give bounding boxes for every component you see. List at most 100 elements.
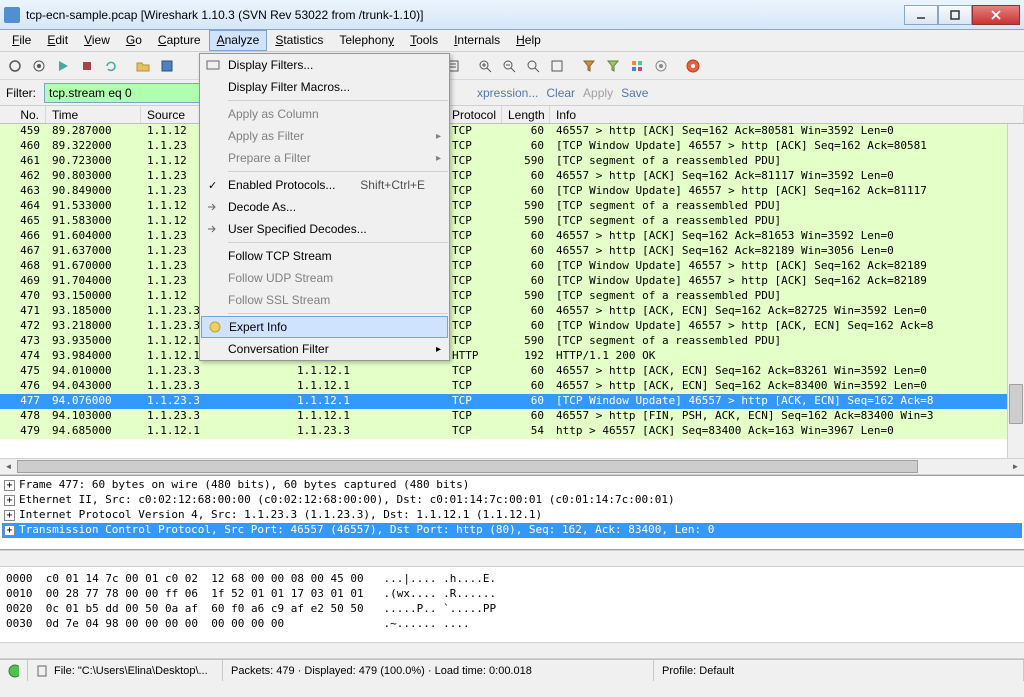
- packet-row[interactable]: 47794.0760001.1.23.31.1.12.1TCP60[TCP Wi…: [0, 394, 1024, 409]
- tree-expand-icon[interactable]: +: [4, 495, 15, 506]
- menu-edit[interactable]: Edit: [39, 30, 76, 51]
- dd-display-filters[interactable]: Display Filters...: [200, 54, 449, 76]
- filter-save[interactable]: Save: [621, 86, 648, 100]
- packet-row[interactable]: 46891.6700001.1.23TCP60[TCP Window Updat…: [0, 259, 1024, 274]
- toolbar-coloring-icon[interactable]: [626, 55, 648, 77]
- packet-row[interactable]: 47293.2180001.1.23.31.1.12.1TCP60[TCP Wi…: [0, 319, 1024, 334]
- menu-statistics[interactable]: Statistics: [267, 30, 331, 51]
- filter-label: Filter:: [6, 86, 36, 100]
- toolbar-prefs-icon[interactable]: [650, 55, 672, 77]
- packet-row[interactable]: 46089.3220001.1.23TCP60[TCP Window Updat…: [0, 139, 1024, 154]
- menu-internals[interactable]: Internals: [446, 30, 508, 51]
- filter-expression[interactable]: xpression...: [477, 86, 538, 100]
- dd-user-decodes[interactable]: User Specified Decodes...: [200, 218, 449, 240]
- dd-conversation-filter[interactable]: Conversation Filter▸: [200, 338, 449, 360]
- packet-list[interactable]: 45989.2870001.1.12TCP6046557 > http [ACK…: [0, 124, 1024, 458]
- packet-row[interactable]: 46791.6370001.1.23TCP6046557 > http [ACK…: [0, 244, 1024, 259]
- details-hscroll[interactable]: [0, 550, 1024, 567]
- packet-row[interactable]: 47193.1850001.1.23.31.1.12.1TCP6046557 >…: [0, 304, 1024, 319]
- hex-hscroll[interactable]: [0, 642, 1024, 659]
- col-header-length[interactable]: Length: [502, 106, 550, 123]
- col-header-info[interactable]: Info: [550, 106, 1024, 123]
- col-header-no[interactable]: No.: [0, 106, 46, 123]
- tree-expand-icon[interactable]: +: [4, 525, 15, 536]
- toolbar-display-filter-icon[interactable]: [602, 55, 624, 77]
- menu-help[interactable]: Help: [508, 30, 549, 51]
- packet-hscroll[interactable]: ◄ ►: [0, 458, 1024, 475]
- filter-clear[interactable]: Clear: [546, 86, 575, 100]
- hscroll-right[interactable]: ►: [1007, 459, 1024, 474]
- packet-row[interactable]: 46190.7230001.1.12TCP590[TCP segment of …: [0, 154, 1024, 169]
- menu-analyze[interactable]: Analyze: [209, 30, 268, 51]
- toolbar-resize-icon[interactable]: [546, 55, 568, 77]
- dd-apply-filter[interactable]: Apply as Filter▸: [200, 125, 449, 147]
- packet-row[interactable]: 47093.1500001.1.12TCP590[TCP segment of …: [0, 289, 1024, 304]
- menu-file[interactable]: File: [4, 30, 39, 51]
- minimize-button[interactable]: [904, 5, 938, 25]
- filter-apply[interactable]: Apply: [583, 86, 613, 100]
- window-title: tcp-ecn-sample.pcap [Wireshark 1.10.3 (S…: [26, 8, 904, 22]
- toolbar-capture-filter-icon[interactable]: [578, 55, 600, 77]
- toolbar-restart-icon[interactable]: [100, 55, 122, 77]
- status-file[interactable]: File: "C:\Users\Elina\Desktop\...: [28, 660, 223, 681]
- detail-line[interactable]: +Ethernet II, Src: c0:02:12:68:00:00 (c0…: [2, 493, 1022, 508]
- dd-decode-as[interactable]: Decode As...: [200, 196, 449, 218]
- packet-row[interactable]: 47493.9840001.1.12.11.1.23.3HTTP192HTTP/…: [0, 349, 1024, 364]
- toolbar-stop-icon[interactable]: [76, 55, 98, 77]
- tree-expand-icon[interactable]: +: [4, 480, 15, 491]
- packet-row[interactable]: 47894.1030001.1.23.31.1.12.1TCP6046557 >…: [0, 409, 1024, 424]
- packet-row[interactable]: 46290.8030001.1.23TCP6046557 > http [ACK…: [0, 169, 1024, 184]
- maximize-button[interactable]: [938, 5, 972, 25]
- hscroll-thumb[interactable]: [17, 460, 918, 473]
- detail-line[interactable]: +Frame 477: 60 bytes on wire (480 bits),…: [2, 478, 1022, 493]
- packet-row[interactable]: 47393.9350001.1.12.11.1.23.3TCP590[TCP s…: [0, 334, 1024, 349]
- statusbar: File: "C:\Users\Elina\Desktop\... Packet…: [0, 659, 1024, 681]
- toolbar-start-icon[interactable]: [52, 55, 74, 77]
- menubar: File Edit View Go Capture Analyze Statis…: [0, 30, 1024, 52]
- detail-line[interactable]: +Internet Protocol Version 4, Src: 1.1.2…: [2, 508, 1022, 523]
- expert-indicator-icon[interactable]: [0, 660, 28, 681]
- menu-capture[interactable]: Capture: [150, 30, 209, 51]
- menu-tools[interactable]: Tools: [402, 30, 446, 51]
- col-header-time[interactable]: Time: [46, 106, 141, 123]
- toolbar-zoom-100-icon[interactable]: [522, 55, 544, 77]
- toolbar-zoom-out-icon[interactable]: [498, 55, 520, 77]
- dd-display-filter-macros[interactable]: Display Filter Macros...: [200, 76, 449, 98]
- detail-line[interactable]: +Transmission Control Protocol, Src Port…: [2, 523, 1022, 538]
- packet-row[interactable]: 46591.5830001.1.12TCP590[TCP segment of …: [0, 214, 1024, 229]
- hscroll-left[interactable]: ◄: [0, 459, 17, 474]
- scroll-thumb[interactable]: [1009, 384, 1023, 424]
- dd-follow-tcp[interactable]: Follow TCP Stream: [200, 245, 449, 267]
- packet-row[interactable]: 46390.8490001.1.23TCP60[TCP Window Updat…: [0, 184, 1024, 199]
- details-pane[interactable]: +Frame 477: 60 bytes on wire (480 bits),…: [0, 475, 1024, 550]
- menu-go[interactable]: Go: [118, 30, 150, 51]
- toolbar-interfaces-icon[interactable]: [4, 55, 26, 77]
- hex-pane[interactable]: 0000 c0 01 14 7c 00 01 c0 02 12 68 00 00…: [0, 567, 1024, 642]
- toolbar-open-icon[interactable]: [132, 55, 154, 77]
- tree-expand-icon[interactable]: +: [4, 510, 15, 521]
- col-header-protocol[interactable]: Protocol: [446, 106, 502, 123]
- packet-row[interactable]: 46991.7040001.1.23TCP60[TCP Window Updat…: [0, 274, 1024, 289]
- menu-view[interactable]: View: [76, 30, 118, 51]
- dd-prepare-filter[interactable]: Prepare a Filter▸: [200, 147, 449, 169]
- dd-enabled-protocols[interactable]: ✓Enabled Protocols...Shift+Ctrl+E: [200, 174, 449, 196]
- packet-row[interactable]: 45989.2870001.1.12TCP6046557 > http [ACK…: [0, 124, 1024, 139]
- toolbar-save-icon[interactable]: [156, 55, 178, 77]
- packet-row[interactable]: 47994.6850001.1.12.11.1.23.3TCP54http > …: [0, 424, 1024, 439]
- packet-row[interactable]: 47694.0430001.1.23.31.1.12.1TCP6046557 >…: [0, 379, 1024, 394]
- dd-expert-info[interactable]: Expert Info: [201, 316, 448, 338]
- status-profile[interactable]: Profile: Default: [654, 660, 1024, 681]
- filterbar: Filter: xpression... Clear Apply Save: [0, 80, 1024, 106]
- packet-row[interactable]: 46491.5330001.1.12TCP590[TCP segment of …: [0, 199, 1024, 214]
- close-button[interactable]: [972, 5, 1020, 25]
- packet-scrollbar[interactable]: [1007, 124, 1024, 458]
- packet-row[interactable]: 47594.0100001.1.23.31.1.12.1TCP6046557 >…: [0, 364, 1024, 379]
- toolbar-options-icon[interactable]: [28, 55, 50, 77]
- titlebar: tcp-ecn-sample.pcap [Wireshark 1.10.3 (S…: [0, 0, 1024, 30]
- packet-row[interactable]: 46691.6040001.1.23TCP6046557 > http [ACK…: [0, 229, 1024, 244]
- filter-input[interactable]: [44, 83, 209, 103]
- status-packets: Packets: 479 · Displayed: 479 (100.0%) ·…: [223, 660, 654, 681]
- menu-telephony[interactable]: Telephony: [331, 30, 402, 51]
- toolbar-help-icon[interactable]: [682, 55, 704, 77]
- toolbar-zoom-in-icon[interactable]: [474, 55, 496, 77]
